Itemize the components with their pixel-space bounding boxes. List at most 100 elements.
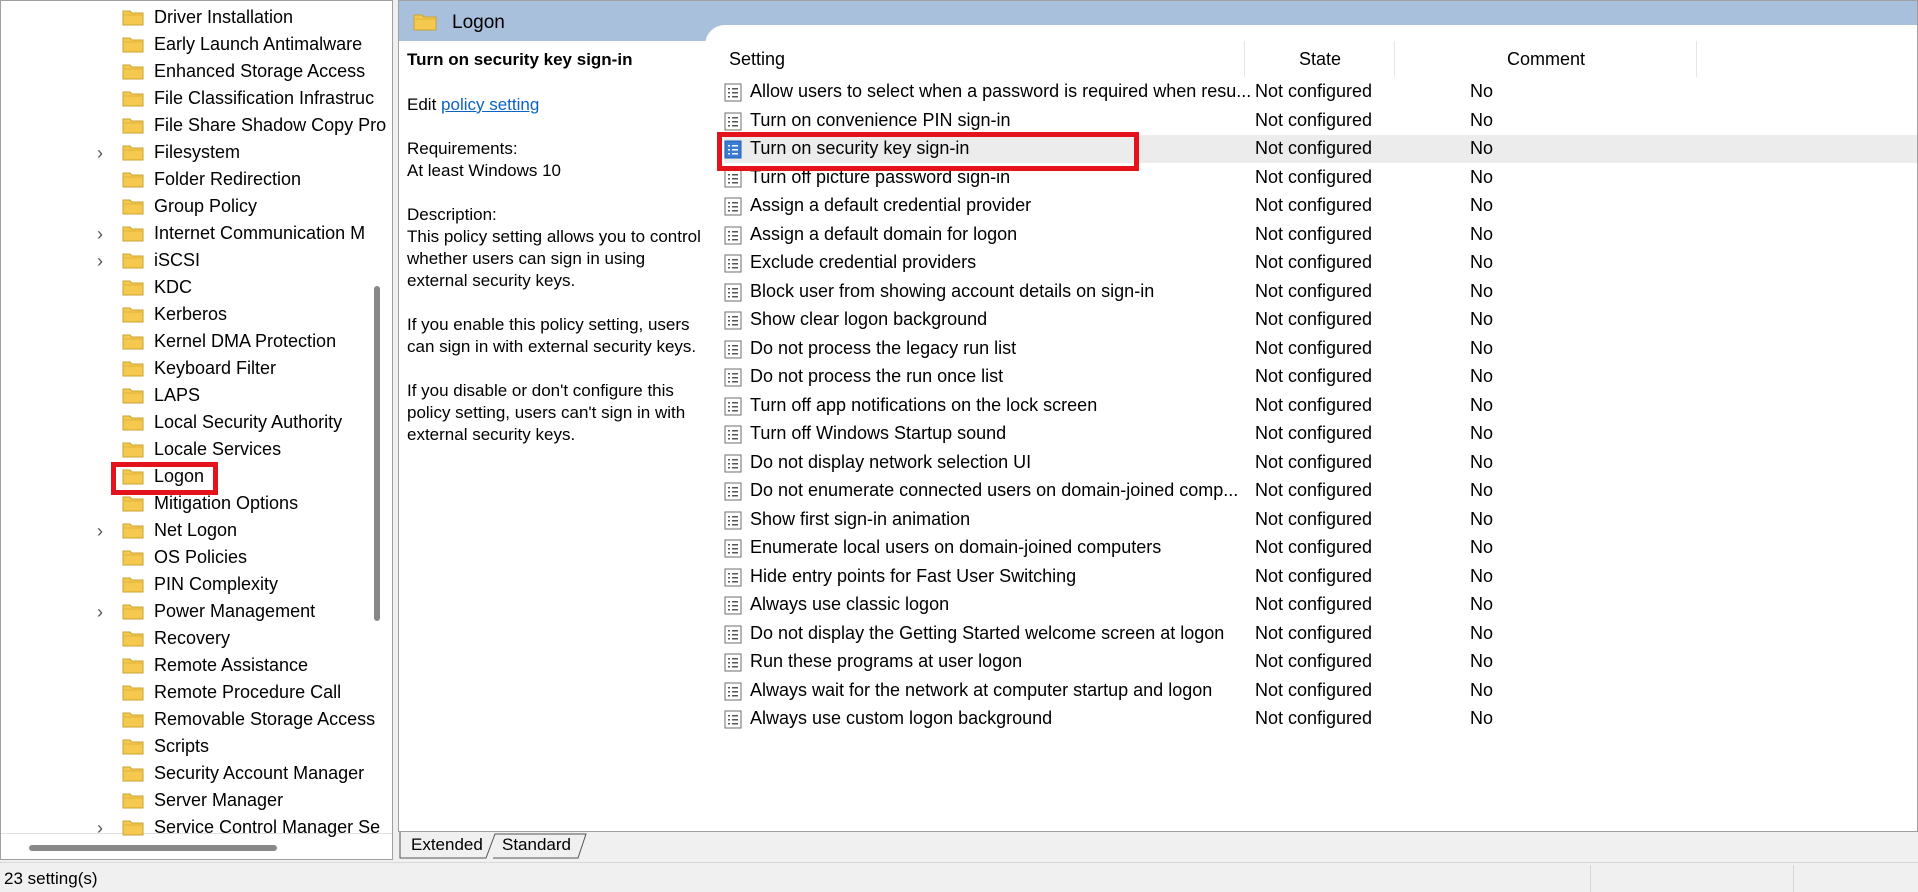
tree-item[interactable]: Server Manager [1,788,371,815]
tree-item[interactable]: File Share Shadow Copy Pro [1,113,386,140]
setting-row[interactable]: Allow users to select when a password is… [724,78,1917,106]
folder-icon [122,603,144,620]
setting-row[interactable]: Show first sign-in animation Not configur… [724,506,1917,534]
setting-name: Turn on convenience PIN sign-in [750,109,1011,130]
column-separator[interactable] [1394,41,1395,77]
tree-item[interactable]: › Power Management [1,599,371,626]
setting-row[interactable]: Exclude credential providers Not configur… [724,249,1917,277]
tree-vertical-scroll-thumb[interactable] [374,286,380,621]
tree-item-label: Mitigation Options [154,493,299,513]
tree-item[interactable]: Recovery [1,626,371,653]
tree-item[interactable]: Kerberos [1,302,371,329]
tree-item[interactable]: Driver Installation [1,5,371,32]
column-header-state[interactable]: State [1299,49,1341,70]
tree-item[interactable]: Mitigation Options [1,491,371,518]
setting-row[interactable]: Hide entry points for Fast User Switchin… [724,563,1917,591]
tree-item[interactable]: Early Launch Antimalware [1,32,371,59]
tree-item-label: Power Management [154,601,316,621]
category-tree[interactable]: Driver Installation Early Launch Antimalw… [0,0,393,860]
column-header-setting[interactable]: Setting [729,49,785,70]
setting-row[interactable]: Turn on convenience PIN sign-in Not confi… [724,107,1917,135]
tree-item[interactable]: Locale Services [1,437,371,464]
tree-item[interactable]: File Classification Infrastruc [1,86,374,113]
setting-comment: No [1470,708,1494,728]
tree-item[interactable]: › Net Logon [1,518,371,545]
tree-item-label: Remote Assistance [154,655,309,675]
setting-row[interactable]: Do not process the legacy run list Not co… [724,335,1917,363]
tree-item[interactable]: › Internet Communication M [1,221,371,248]
folder-icon [122,63,144,80]
tree-item[interactable]: LAPS [1,383,371,410]
tree-item[interactable]: › Filesystem [1,140,371,167]
column-header-comment[interactable]: Comment [1507,49,1585,70]
setting-state: Not configured [1255,138,1373,158]
setting-comment: No [1470,252,1494,272]
setting-state: Not configured [1255,651,1373,671]
gpedit-window: Driver Installation Early Launch Antimalw… [0,0,1918,892]
tree-item[interactable]: Group Policy [1,194,371,221]
tree-item[interactable]: OS Policies [1,545,371,572]
setting-row[interactable]: Show clear logon background Not configure… [724,306,1917,334]
folder-icon [122,171,144,188]
policy-setting-icon [724,197,742,216]
tree-horizontal-scroll-thumb[interactable] [29,845,277,851]
tree-item[interactable]: Local Security Authority [1,410,371,437]
setting-row[interactable]: Always use classic logon Not configured No [724,591,1917,619]
tree-item[interactable]: Scripts [1,734,371,761]
setting-name: Assign a default credential provider [750,195,1032,215]
tree-item[interactable]: Remote Assistance [1,653,371,680]
setting-row[interactable]: Do not process the run once list Not conf… [724,363,1917,391]
folder-icon [122,765,144,782]
setting-row[interactable]: Assign a default credential provider Not … [724,192,1917,220]
tree-item[interactable]: PIN Complexity [1,572,371,599]
setting-row[interactable]: Turn off Windows Startup sound Not config… [724,420,1917,448]
tree-item[interactable]: Removable Storage Access [1,707,375,734]
tree-item[interactable]: › Service Control Manager Se [1,815,380,842]
setting-row[interactable]: Enumerate local users on domain-joined c… [724,534,1917,562]
setting-row[interactable]: Run these programs at user logon Not conf… [724,648,1917,676]
folder-icon [122,117,144,134]
tab-standard[interactable]: Standard [502,835,571,855]
setting-row[interactable]: Always use custom logon background Not co… [724,705,1917,733]
column-separator[interactable] [1244,41,1245,77]
setting-row[interactable]: Do not display the Getting Started welco… [724,620,1917,648]
setting-name: Do not process the legacy run list [750,337,1017,358]
tree-item[interactable]: Keyboard Filter [1,356,371,383]
folder-icon [122,252,144,269]
tree-item[interactable]: Enhanced Storage Access [1,59,371,86]
tree-item-label: KDC [154,277,193,297]
column-separator[interactable] [1696,41,1697,77]
chevron-right-icon[interactable]: › [97,144,111,162]
tree-item[interactable]: KDC [1,275,371,302]
tab-extended[interactable]: Extended [411,835,483,855]
edit-prefix: Edit [407,95,442,114]
setting-state: Not configured [1255,679,1373,700]
chevron-right-icon[interactable]: › [97,252,111,270]
tree-item[interactable]: Folder Redirection [1,167,371,194]
tree-item[interactable]: Remote Procedure Call [1,680,371,707]
policy-setting-icon [724,340,742,359]
folder-icon [122,333,144,350]
chevron-right-icon[interactable]: › [97,225,111,243]
setting-row[interactable]: Assign a default domain for logon Not con… [724,221,1917,249]
chevron-right-icon[interactable]: › [97,819,111,837]
tree-item[interactable]: Kernel DMA Protection [1,329,371,356]
setting-row[interactable]: Do not enumerate connected users on doma… [724,477,1917,505]
policy-setting-link[interactable]: policy setting [441,95,539,114]
chevron-right-icon[interactable]: › [97,603,111,621]
setting-row[interactable]: Always wait for the network at computer … [724,677,1917,705]
setting-state: Not configured [1255,622,1373,643]
setting-row[interactable]: Block user from showing account details … [724,278,1917,306]
setting-row[interactable]: Turn off app notifications on the lock s… [724,392,1917,420]
tree-item[interactable]: Security Account Manager [1,761,371,788]
setting-row[interactable]: Do not display network selection UI Not c… [724,449,1917,477]
setting-comment: No [1470,537,1494,557]
setting-name: Allow users to select when a password is… [750,81,1252,101]
setting-name: Do not display network selection UI [750,451,1032,472]
setting-comment: No [1470,423,1494,443]
tree-item[interactable]: › iSCSI [1,248,371,275]
description-label: Description: [407,205,497,224]
policy-setting-icon [724,397,742,416]
tree-item-label: File Share Shadow Copy Pro [154,115,387,135]
chevron-right-icon[interactable]: › [97,522,111,540]
